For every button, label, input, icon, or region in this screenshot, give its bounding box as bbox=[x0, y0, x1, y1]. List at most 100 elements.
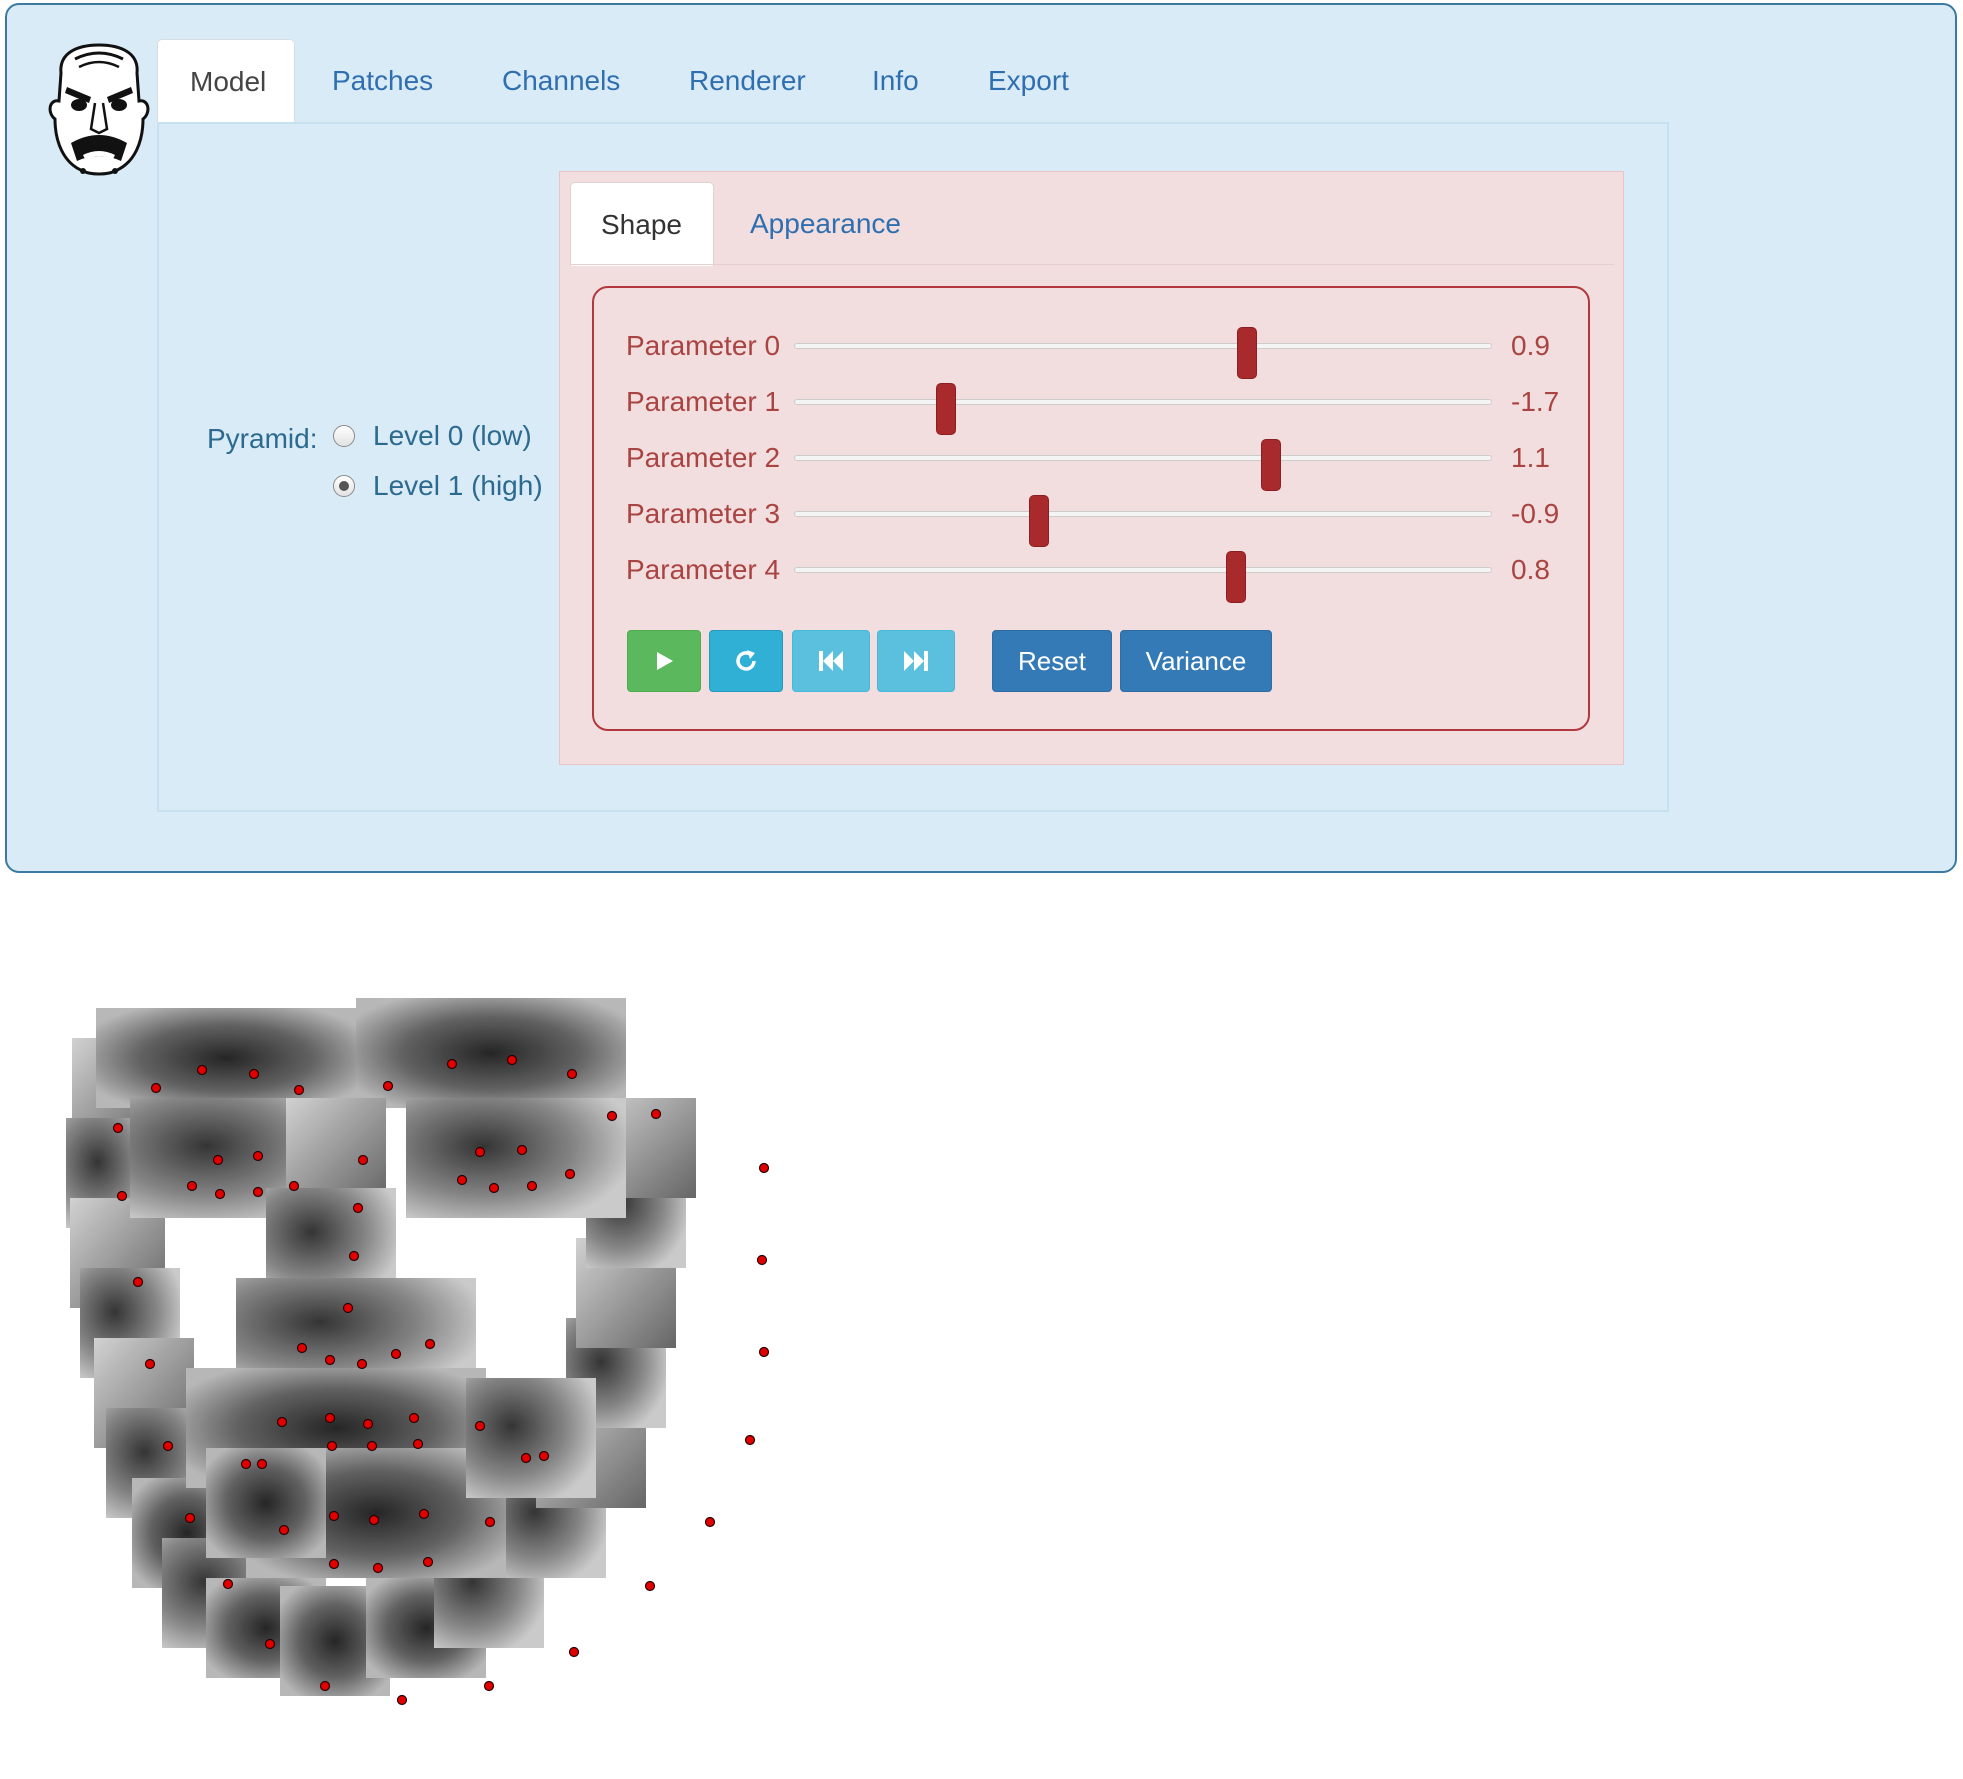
landmark-point bbox=[252, 1150, 264, 1162]
landmark-point bbox=[372, 1562, 384, 1574]
landmark-point bbox=[296, 1342, 308, 1354]
tab-channels[interactable]: Channels bbox=[502, 39, 620, 123]
landmark-point bbox=[342, 1302, 354, 1314]
landmark-point bbox=[424, 1338, 436, 1350]
parameter-slider-track[interactable] bbox=[794, 495, 1492, 547]
model-panel: Model Patches Channels Renderer Info Exp… bbox=[5, 3, 1957, 873]
landmark-point bbox=[408, 1412, 420, 1424]
tab-patches[interactable]: Patches bbox=[332, 39, 433, 123]
landmark-point bbox=[382, 1080, 394, 1092]
parameter-slider-thumb[interactable] bbox=[935, 383, 956, 435]
parameter-row-1: Parameter 1 -1.7 bbox=[594, 380, 1588, 435]
landmark-point bbox=[288, 1180, 300, 1192]
landmark-point bbox=[348, 1250, 360, 1262]
parameter-slider-track[interactable] bbox=[794, 327, 1492, 379]
pyramid-level-1-option[interactable]: Level 1 (high) bbox=[333, 468, 543, 504]
landmark-point bbox=[264, 1638, 276, 1650]
loop-button[interactable] bbox=[709, 630, 783, 692]
landmark-point bbox=[132, 1276, 144, 1288]
parameter-value: -1.7 bbox=[1511, 386, 1560, 417]
reset-button[interactable]: Reset bbox=[992, 630, 1112, 692]
landmark-point bbox=[506, 1054, 518, 1066]
landmark-point bbox=[516, 1144, 528, 1156]
pyramid-label: Pyramid: bbox=[207, 423, 318, 454]
pyramid-level-1-radio[interactable] bbox=[333, 475, 355, 497]
parameter-slider-track[interactable] bbox=[794, 551, 1492, 603]
landmark-point bbox=[644, 1580, 656, 1592]
landmark-point bbox=[362, 1418, 374, 1430]
pyramid-level-1-label: Level 1 (high) bbox=[373, 470, 543, 501]
parameter-slider-thumb[interactable] bbox=[1028, 495, 1049, 547]
play-icon bbox=[657, 652, 673, 670]
tab-appearance[interactable]: Appearance bbox=[750, 182, 901, 266]
landmark-point bbox=[352, 1202, 364, 1214]
parameter-label: Parameter 0 bbox=[626, 330, 781, 361]
landmark-point bbox=[324, 1412, 336, 1424]
pyramid-level-0-label: Level 0 (low) bbox=[373, 420, 532, 451]
landmark-point bbox=[162, 1440, 174, 1452]
pyramid-level-0-option[interactable]: Level 0 (low) bbox=[333, 418, 532, 454]
landmark-point bbox=[758, 1346, 770, 1358]
landmark-point bbox=[196, 1064, 208, 1076]
landmark-point bbox=[422, 1556, 434, 1568]
parameter-slider-track[interactable] bbox=[794, 439, 1492, 491]
landmark-point bbox=[484, 1516, 496, 1528]
tab-info[interactable]: Info bbox=[872, 39, 919, 123]
landmark-point bbox=[356, 1358, 368, 1370]
parameter-slider-thumb[interactable] bbox=[1260, 439, 1281, 491]
landmark-point bbox=[474, 1146, 486, 1158]
landmark-point bbox=[144, 1358, 156, 1370]
shape-parameters-panel: Shape Appearance Parameter 0 0.9 Paramet… bbox=[559, 171, 1624, 765]
parameter-value: 1.1 bbox=[1511, 442, 1550, 473]
parameter-sliders-box: Parameter 0 0.9 Parameter 1 -1.7 Paramet… bbox=[592, 286, 1590, 731]
parameter-value: 0.9 bbox=[1511, 330, 1550, 361]
parameter-slider-thumb[interactable] bbox=[1225, 551, 1246, 603]
skip-forward-button[interactable] bbox=[877, 630, 955, 692]
tab-renderer[interactable]: Renderer bbox=[689, 39, 806, 123]
landmark-point bbox=[418, 1508, 430, 1520]
landmark-point bbox=[538, 1450, 550, 1462]
landmark-point bbox=[606, 1110, 618, 1122]
variance-button[interactable]: Variance bbox=[1120, 630, 1272, 692]
parameter-row-0: Parameter 0 0.9 bbox=[594, 324, 1588, 379]
landmark-point bbox=[116, 1190, 128, 1202]
landmark-point bbox=[112, 1122, 124, 1134]
landmark-point bbox=[650, 1108, 662, 1120]
landmark-point bbox=[456, 1174, 468, 1186]
angry-mask-icon bbox=[48, 43, 150, 176]
landmark-point bbox=[252, 1186, 264, 1198]
landmark-point bbox=[488, 1182, 500, 1194]
pyramid-level-0-radio[interactable] bbox=[333, 425, 355, 447]
tab-export[interactable]: Export bbox=[988, 39, 1069, 123]
skip-back-button[interactable] bbox=[792, 630, 870, 692]
landmark-point bbox=[366, 1440, 378, 1452]
landmark-point bbox=[248, 1068, 260, 1080]
parameter-slider-track[interactable] bbox=[794, 383, 1492, 435]
landmark-point bbox=[324, 1354, 336, 1366]
landmark-point bbox=[212, 1154, 224, 1166]
tab-shape[interactable]: Shape bbox=[570, 182, 714, 266]
landmark-point bbox=[150, 1082, 162, 1094]
landmark-point bbox=[756, 1254, 768, 1266]
tab-model[interactable]: Model bbox=[157, 39, 295, 123]
landmark-point bbox=[328, 1510, 340, 1522]
landmark-point bbox=[276, 1416, 288, 1428]
parameter-slider-thumb[interactable] bbox=[1237, 327, 1258, 379]
parameter-row-2: Parameter 2 1.1 bbox=[594, 436, 1588, 491]
play-button[interactable] bbox=[627, 630, 701, 692]
parameter-label: Parameter 3 bbox=[626, 498, 781, 529]
parameter-row-3: Parameter 3 -0.9 bbox=[594, 492, 1588, 547]
landmark-point bbox=[357, 1154, 369, 1166]
landmark-point bbox=[319, 1680, 331, 1692]
parameter-label: Parameter 1 bbox=[626, 386, 781, 417]
landmark-point bbox=[483, 1680, 495, 1692]
landmark-point bbox=[390, 1348, 402, 1360]
parameter-row-4: Parameter 4 0.8 bbox=[594, 548, 1588, 603]
landmark-point bbox=[520, 1452, 532, 1464]
landmark-point bbox=[564, 1168, 576, 1180]
landmark-point bbox=[474, 1420, 486, 1432]
landmark-point bbox=[186, 1180, 198, 1192]
landmark-point bbox=[412, 1438, 424, 1450]
skip-forward-icon bbox=[904, 651, 928, 671]
landmark-point bbox=[704, 1516, 716, 1528]
